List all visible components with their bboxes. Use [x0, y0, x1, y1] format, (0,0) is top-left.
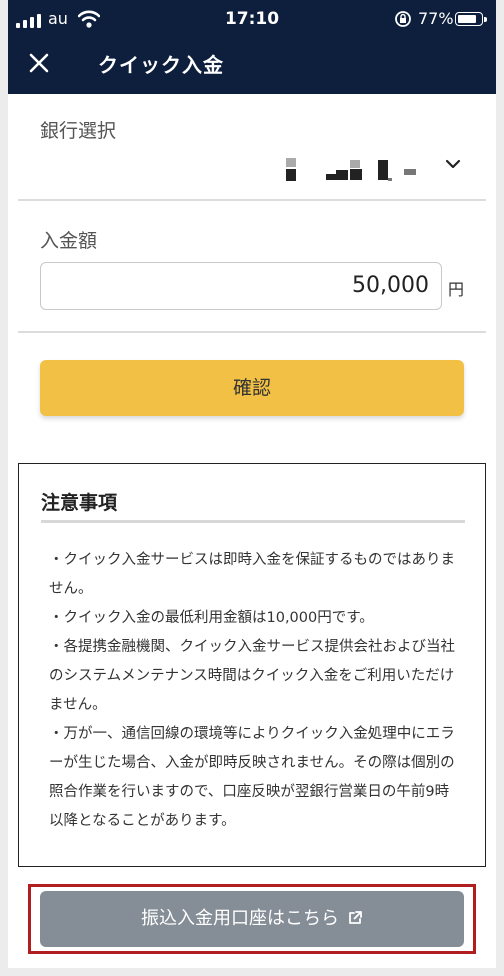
battery-percent: 77% [418, 9, 454, 28]
amount-input[interactable]: 50,000 [40, 262, 442, 310]
currency-unit: 円 [448, 280, 465, 299]
bank-select-label: 銀行選択 [40, 120, 117, 142]
divider [18, 331, 486, 333]
chevron-down-icon[interactable] [445, 158, 461, 170]
transfer-account-button[interactable]: 振込入金用口座はこちら [40, 891, 464, 947]
notice-item: ・クイック入金サービスは即時入金を保証するものではありません。 [49, 552, 455, 597]
bank-select-dropdown[interactable] [270, 150, 470, 190]
amount-label: 入金額 [40, 230, 98, 252]
external-link-icon [349, 911, 362, 924]
app-header: au 17:10 77% クイック入金 [8, 0, 496, 94]
transfer-account-label: 振込入金用口座はこちら [141, 908, 339, 929]
rotation-lock-icon [395, 11, 411, 27]
notice-list: ・クイック入金サービスは即時入金を保証するものではありません。 ・クイック入金の… [49, 546, 459, 836]
redacted-bank-name [270, 150, 430, 190]
battery-icon [455, 12, 487, 26]
status-bar: au 17:10 77% [8, 0, 496, 40]
notice-box: 注意事項 ・クイック入金サービスは即時入金を保証するものではありません。 ・クイ… [18, 463, 486, 867]
notice-item: ・万が一、通信回線の環境等によりクイック入金処理中にエラーが生じた場合、入金が即… [49, 726, 455, 829]
page-title: クイック入金 [98, 53, 224, 77]
close-icon[interactable] [28, 52, 50, 74]
notice-title: 注意事項 [41, 492, 118, 514]
notice-item: ・各提携金融機関、クイック入金サービス提供会社および当社のシステムメンテナンス時… [49, 639, 455, 713]
amount-value: 50,000 [352, 273, 429, 298]
confirm-button[interactable]: 確認 [40, 360, 464, 416]
divider [18, 199, 486, 201]
notice-underline [41, 520, 465, 523]
notice-item: ・クイック入金の最低利用金額は10,000円です。 [49, 610, 374, 626]
